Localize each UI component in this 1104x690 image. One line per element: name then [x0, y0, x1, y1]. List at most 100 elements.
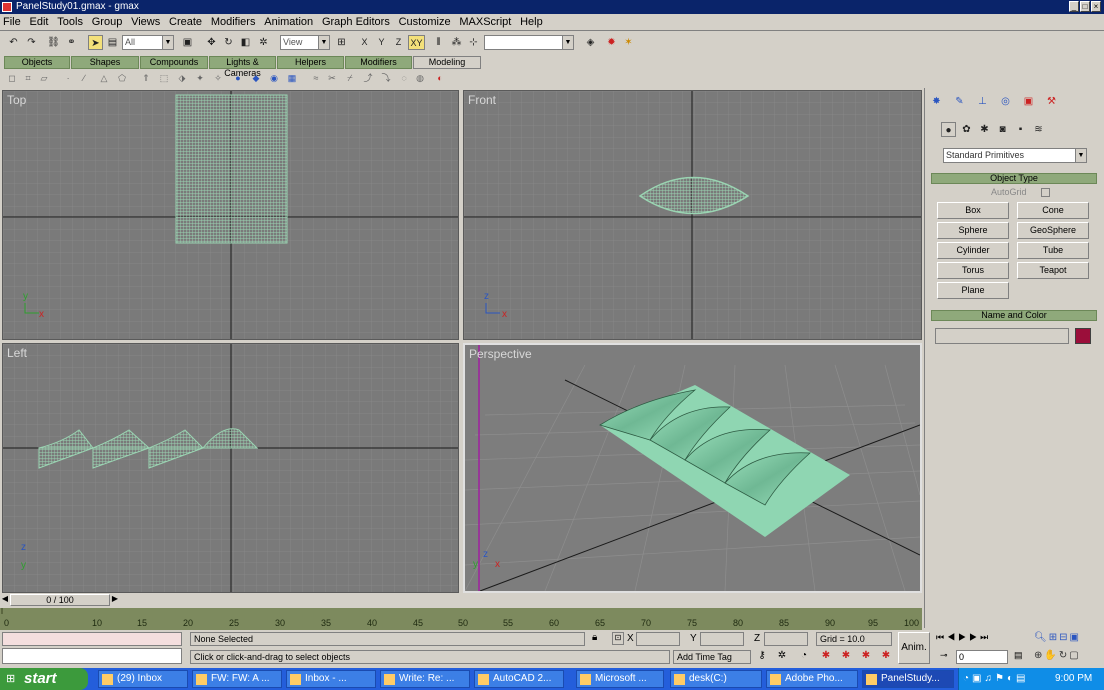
axis-y-button[interactable]: Y [374, 35, 389, 50]
primitive-type-select[interactable]: Standard Primitives ▼ [943, 148, 1087, 163]
tube-button[interactable]: Tube [1017, 242, 1089, 259]
weld-icon[interactable]: ✦ [194, 71, 206, 85]
current-frame-field[interactable]: 0 [956, 650, 1008, 664]
task-button[interactable]: Inbox - ... [286, 670, 376, 688]
edge-icon[interactable]: ∕ [78, 71, 90, 85]
task-button[interactable]: FW: FW: A ... [192, 670, 282, 688]
viewport-front[interactable]: Front z x [463, 90, 922, 340]
box-button[interactable]: Box [937, 202, 1009, 219]
scale-icon[interactable]: ◧ [238, 35, 253, 50]
menu-customize[interactable]: Customize [396, 14, 454, 28]
axis-z-button[interactable]: Z [391, 35, 406, 50]
vertex-icon[interactable]: ∙ [62, 71, 74, 85]
slice-icon[interactable]: ⌿ [344, 71, 356, 85]
menu-tools[interactable]: Tools [54, 14, 86, 28]
undo-icon[interactable]: ↶ [6, 35, 21, 50]
tray-icons[interactable]: ◔▣♫⚑◐▤ [963, 668, 1028, 690]
selection-lock-icon[interactable]: ✱ [858, 650, 874, 664]
menu-create[interactable]: Create [166, 14, 205, 28]
tab-lights-cameras[interactable]: Lights & Cameras [209, 56, 276, 78]
motion-tab-icon[interactable]: ◎ [998, 94, 1013, 109]
viewport-nav-controls-1[interactable]: 🔍︎⊞⊟▣ [1034, 632, 1102, 646]
menu-group[interactable]: Group [89, 14, 126, 28]
task-button[interactable]: Microsoft ... [576, 670, 664, 688]
tab-helpers[interactable]: Helpers [277, 56, 344, 69]
array-icon[interactable]: ⁂ [449, 35, 464, 50]
task-button[interactable]: Adobe Pho... [766, 670, 858, 688]
extrude-icon[interactable]: ⇑ [140, 71, 152, 85]
mirror-icon[interactable]: ⫴ [431, 35, 446, 50]
unhide-icon[interactable]: ◍ [414, 71, 426, 85]
select-by-name-icon[interactable]: ▤ [105, 35, 120, 50]
shapes-icon[interactable]: ✿ [959, 122, 974, 137]
snap-toggle-icon[interactable]: ✲ [774, 650, 790, 664]
close-button[interactable]: × [1091, 1, 1101, 12]
viewport-label-top[interactable]: Top [7, 93, 26, 107]
cut-icon[interactable]: ✂ [326, 71, 338, 85]
tab-compounds[interactable]: Compounds [140, 56, 208, 69]
box-tool-icon[interactable]: ◻ [6, 71, 18, 85]
helpers-icon[interactable]: ▪ [1013, 122, 1028, 137]
menu-edit[interactable]: Edit [27, 14, 52, 28]
maxscript-listener-mini[interactable] [2, 632, 182, 646]
menu-graph-editors[interactable]: Graph Editors [319, 14, 393, 28]
menu-help[interactable]: Help [517, 14, 546, 28]
menu-modifiers[interactable]: Modifiers [208, 14, 259, 28]
clock[interactable]: 9:00 PM [1055, 668, 1092, 690]
edit-poly-icon[interactable]: ▱ [38, 71, 50, 85]
cylinder-button[interactable]: Cylinder [937, 242, 1009, 259]
minimize-button[interactable]: _ [1069, 1, 1079, 12]
create-tab-icon[interactable]: ✸ [929, 94, 944, 109]
select-arrow-icon[interactable]: ➤ [88, 35, 103, 50]
menu-file[interactable]: File [0, 14, 24, 28]
time-slider-thumb[interactable]: 0 / 100 [10, 594, 110, 606]
face-icon[interactable]: △ [98, 71, 110, 85]
color-swatch[interactable] [1075, 328, 1091, 344]
axis-xy-button[interactable]: XY [408, 35, 425, 50]
time-prev-icon[interactable]: ◀ [0, 594, 10, 606]
torus-button[interactable]: Torus [937, 262, 1009, 279]
teapot-button[interactable]: Teapot [1017, 262, 1089, 279]
modify-tab-icon[interactable]: ✎ [952, 94, 967, 109]
maximize-button[interactable]: □ [1080, 1, 1090, 12]
material-editor-icon[interactable]: ◈ [583, 35, 598, 50]
lock-icon[interactable]: 🔒︎ [592, 632, 597, 643]
object-name-field[interactable] [935, 328, 1069, 344]
unlink-icon[interactable]: ⚭ [64, 35, 79, 50]
geometry-icon[interactable]: ● [941, 122, 956, 137]
task-button[interactable]: PanelStudy... [862, 670, 954, 688]
time-next-icon[interactable]: ▶ [110, 594, 120, 606]
viewport-label-front[interactable]: Front [468, 93, 496, 107]
x-coord-field[interactable] [636, 632, 680, 646]
viewport-label-left[interactable]: Left [7, 346, 27, 360]
hierarchy-tab-icon[interactable]: ⊥ [975, 94, 990, 109]
autogrid-checkbox[interactable] [1041, 188, 1050, 197]
align-icon[interactable]: ⊹ [466, 35, 481, 50]
object-type-header[interactable]: Object Type [931, 173, 1097, 184]
z-coord-field[interactable] [764, 632, 808, 646]
hide-icon[interactable]: ◌ [398, 71, 410, 85]
geosphere-button[interactable]: GeoSphere [1017, 222, 1089, 239]
move-icon[interactable]: ✥ [204, 35, 219, 50]
key-icon[interactable]: ⚷ [754, 650, 770, 664]
meshsmooth-icon[interactable]: ● [232, 71, 244, 85]
maxscript-input-mini[interactable] [2, 648, 182, 664]
task-button[interactable]: Write: Re: ... [380, 670, 470, 688]
grid-tool-icon[interactable]: ▦ [286, 71, 298, 85]
task-button[interactable]: desk(C:) [670, 670, 762, 688]
viewport-nav-controls-2[interactable]: ⊕✋↻▢ [1034, 650, 1102, 664]
add-time-tag[interactable]: Add Time Tag [673, 650, 751, 664]
display-tab-icon[interactable]: ▣ [1021, 94, 1036, 109]
spacewarps-icon[interactable]: ≋ [1031, 122, 1046, 137]
polygon-icon[interactable]: ⬠ [116, 71, 128, 85]
viewport-top[interactable]: Top y x [2, 90, 459, 340]
tab-shapes[interactable]: Shapes [71, 56, 139, 69]
task-button[interactable]: AutoCAD 2... [474, 670, 564, 688]
rotate-icon[interactable]: ↻ [221, 35, 236, 50]
redo-icon[interactable]: ↷ [24, 35, 39, 50]
menu-maxscript[interactable]: MAXScript [456, 14, 514, 28]
render-icon[interactable]: ◐ [434, 71, 446, 85]
y-coord-field[interactable] [700, 632, 744, 646]
animate-button[interactable]: Anim. [898, 632, 930, 664]
edit-mesh-icon[interactable]: ⌗ [22, 71, 34, 85]
